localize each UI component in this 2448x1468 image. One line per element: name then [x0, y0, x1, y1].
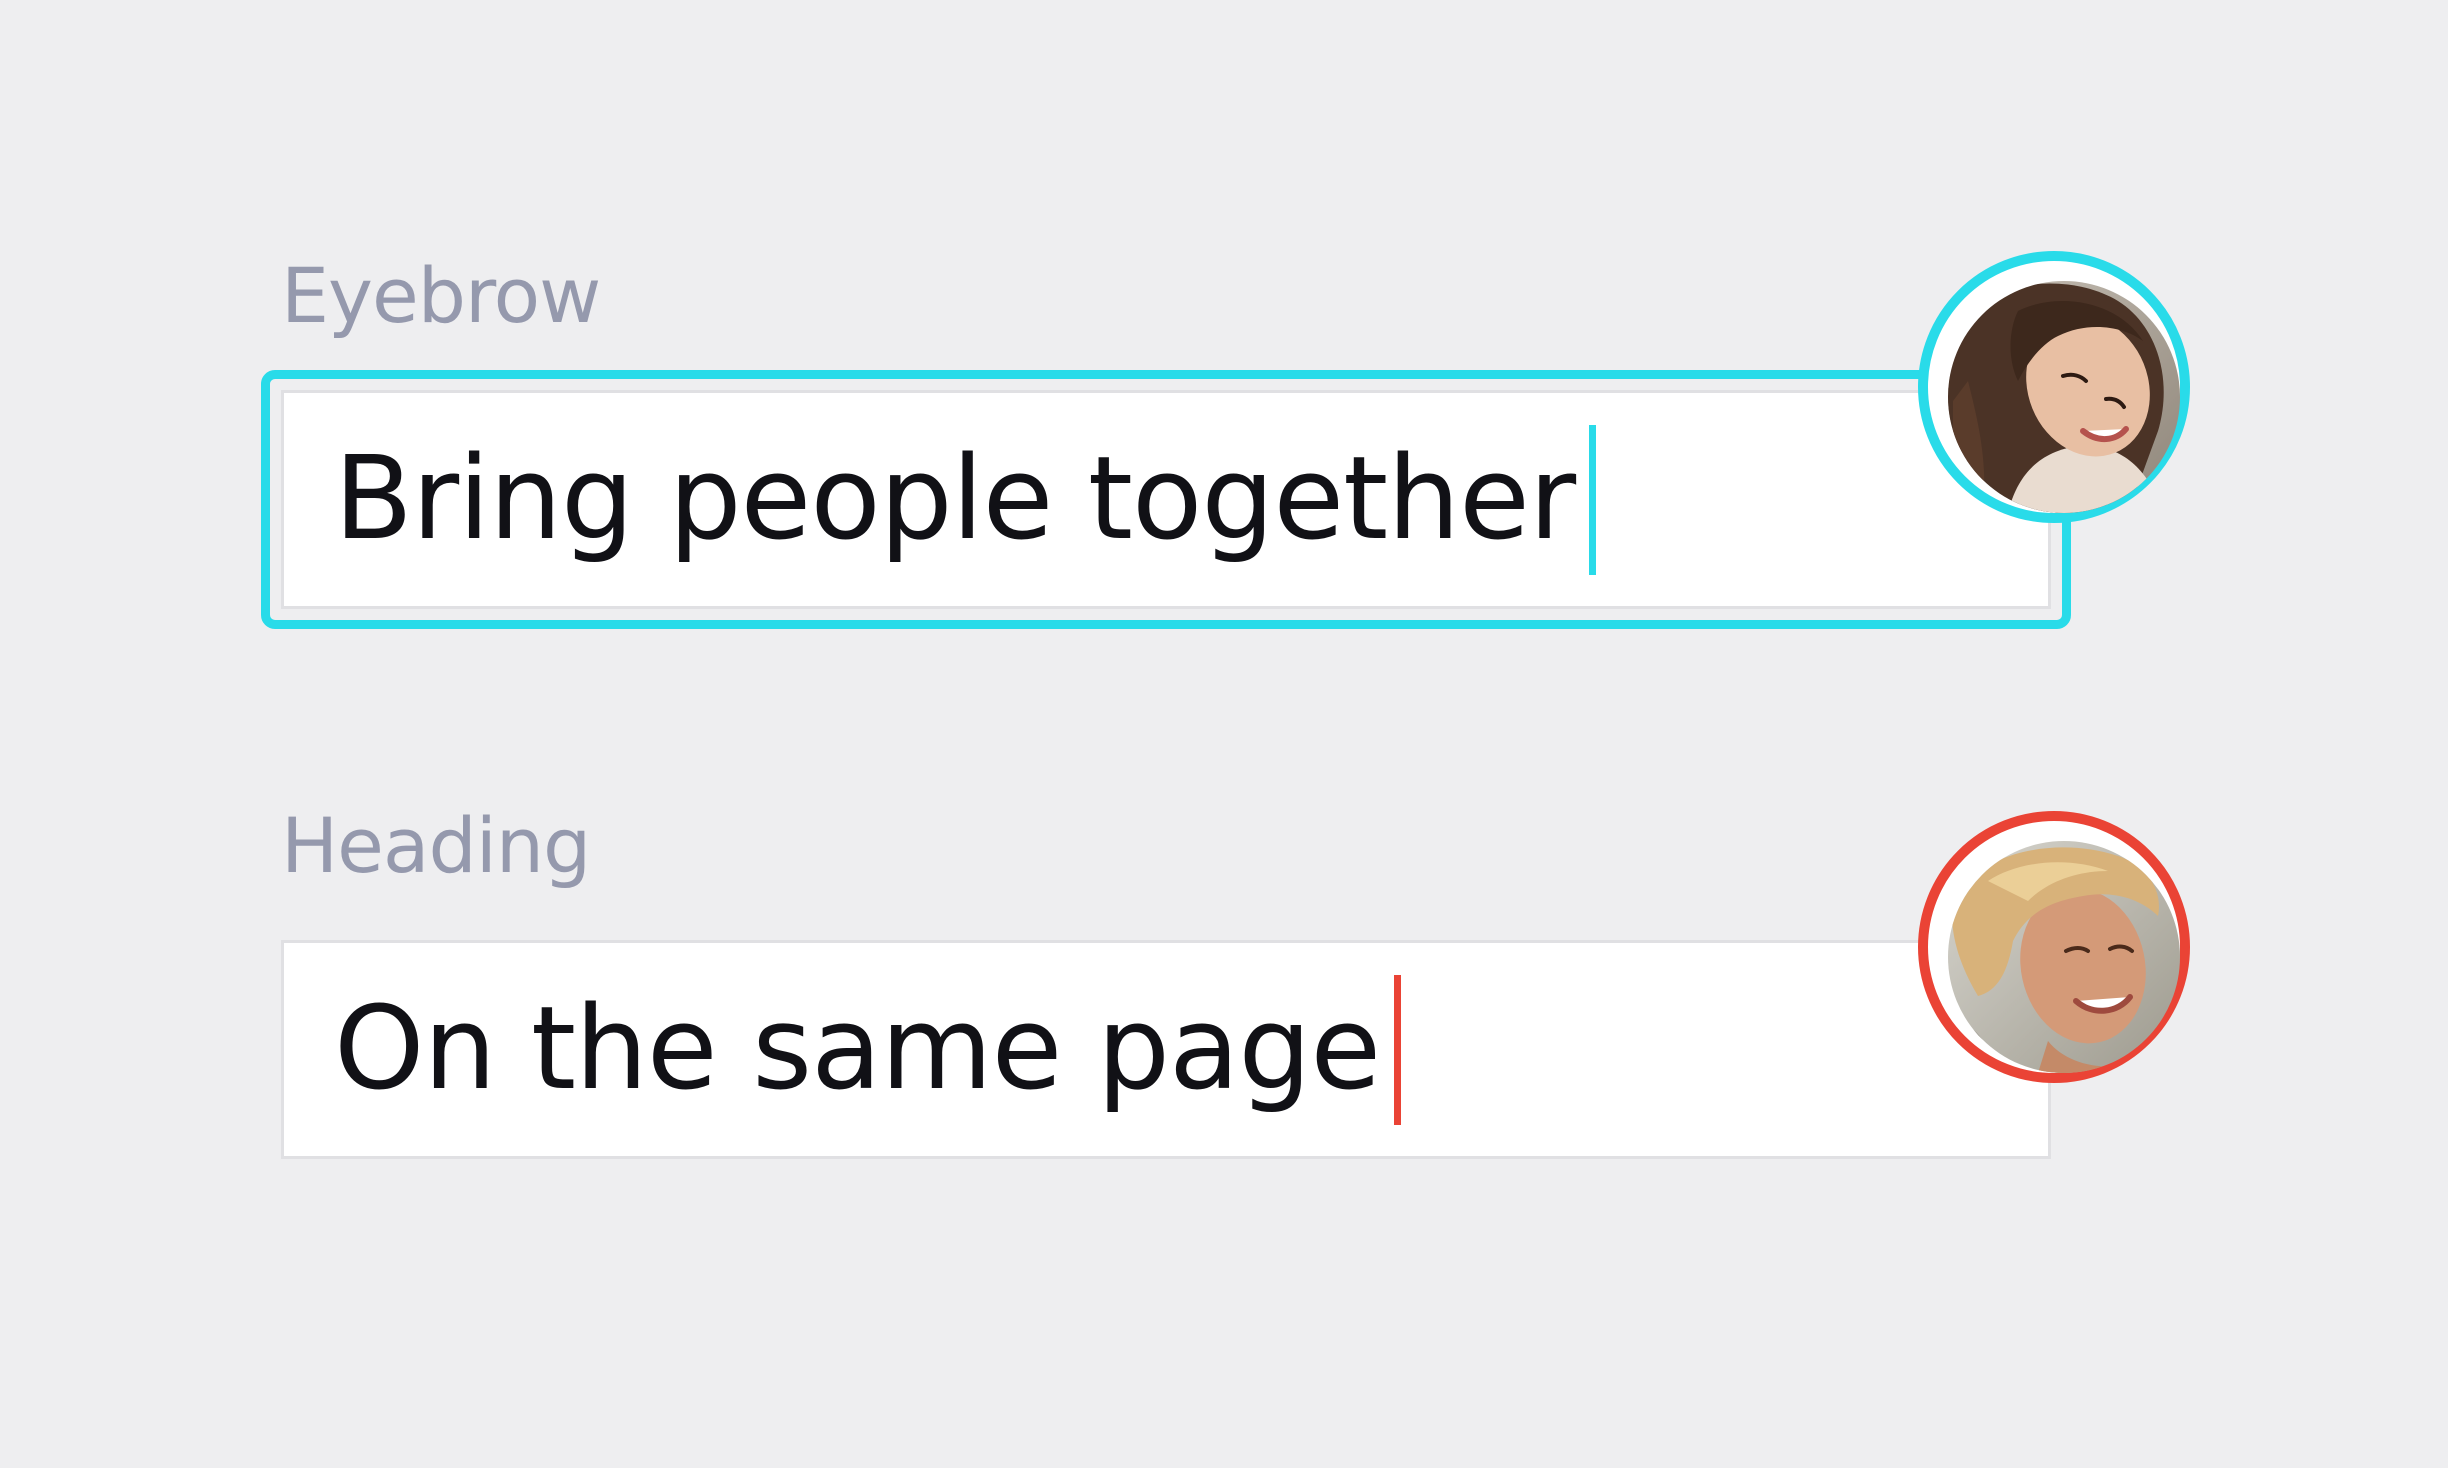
woman-avatar-icon	[1948, 281, 2180, 513]
heading-input[interactable]: On the same page	[281, 940, 2051, 1159]
collaborator-caret-red	[1394, 974, 1402, 1125]
eyebrow-label: Eyebrow	[281, 251, 601, 340]
collaborator-avatar-woman	[1918, 251, 2190, 523]
man-avatar-icon	[1948, 841, 2180, 1073]
heading-input-value: On the same page	[334, 982, 1381, 1116]
eyebrow-input[interactable]: Bring people together	[261, 370, 2071, 629]
eyebrow-input-value: Bring people together	[334, 432, 1576, 566]
collaborator-avatar-man	[1918, 811, 2190, 1083]
collaborator-caret-cyan	[1589, 424, 1597, 575]
heading-label: Heading	[281, 801, 591, 890]
